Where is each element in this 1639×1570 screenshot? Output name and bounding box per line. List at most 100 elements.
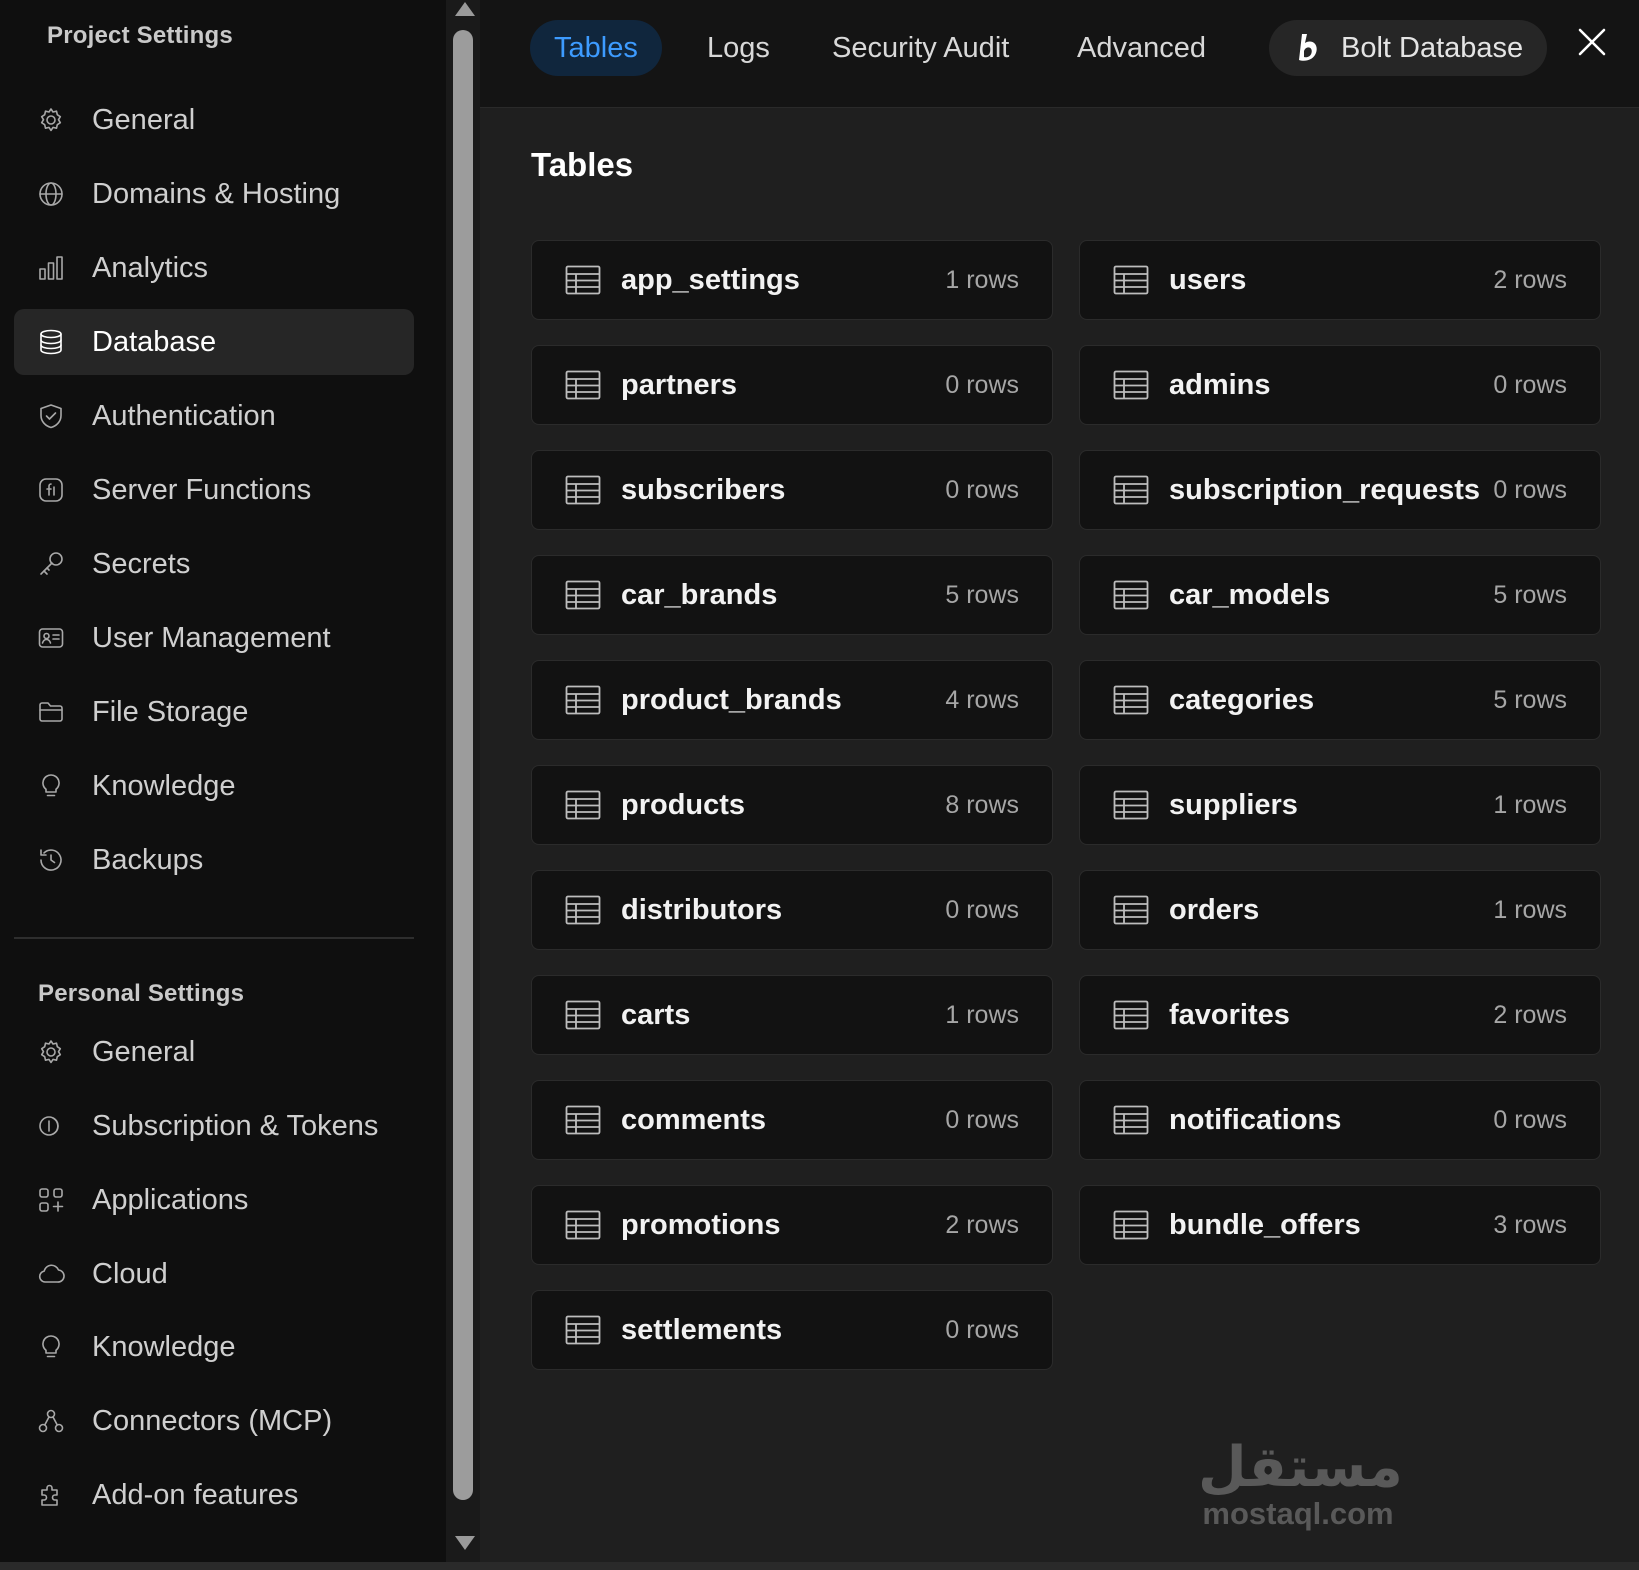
table-row-count: 0 rows <box>1493 370 1567 399</box>
table-row-count: 1 rows <box>945 265 1019 294</box>
table-row-count: 4 rows <box>945 685 1019 714</box>
table-row-count: 8 rows <box>945 790 1019 819</box>
sidebar-item-analytics[interactable]: Analytics <box>14 235 414 301</box>
table-card[interactable]: distributors 0 rows <box>531 870 1053 950</box>
sidebar-item-user-management[interactable]: User Management <box>14 605 414 671</box>
sidebar-item-secrets[interactable]: Secrets <box>14 531 414 597</box>
table-card[interactable]: notifications 0 rows <box>1079 1080 1601 1160</box>
sidebar-item-label: Database <box>92 325 217 358</box>
table-row-count: 0 rows <box>1493 475 1567 504</box>
table-name: product_brands <box>621 683 842 716</box>
table-name: app_settings <box>621 263 800 296</box>
table-card[interactable]: products 8 rows <box>531 765 1053 845</box>
table-card[interactable]: suppliers 1 rows <box>1079 765 1601 845</box>
table-card[interactable]: users 2 rows <box>1079 240 1601 320</box>
apps-grid-icon <box>36 1185 66 1215</box>
table-name: notifications <box>1169 1103 1342 1136</box>
sidebar-item-knowledge[interactable]: Knowledge <box>14 1314 414 1380</box>
table-card[interactable]: car_models 5 rows <box>1079 555 1601 635</box>
table-icon <box>1113 895 1149 925</box>
table-card[interactable]: partners 0 rows <box>531 345 1053 425</box>
table-row-count: 0 rows <box>945 1105 1019 1134</box>
table-icon <box>1113 1000 1149 1030</box>
sidebar-item-applications[interactable]: Applications <box>14 1167 414 1233</box>
tab-label: Tables <box>554 31 638 64</box>
lightbulb-icon <box>36 771 66 801</box>
scroll-down-arrow-icon[interactable] <box>455 1536 475 1550</box>
shield-icon <box>36 401 66 431</box>
sidebar-item-general[interactable]: General <box>14 87 414 153</box>
table-card[interactable]: app_settings 1 rows <box>531 240 1053 320</box>
table-row-count: 0 rows <box>945 370 1019 399</box>
tab-advanced[interactable]: Advanced <box>1053 20 1230 76</box>
table-card[interactable]: comments 0 rows <box>531 1080 1053 1160</box>
tab-label: Security Audit <box>832 31 1010 64</box>
table-name: categories <box>1169 683 1315 716</box>
table-row-count: 2 rows <box>1493 1000 1567 1029</box>
sidebar-item-general[interactable]: General <box>14 1019 414 1085</box>
table-card[interactable]: promotions 2 rows <box>531 1185 1053 1265</box>
table-icon <box>1113 475 1149 505</box>
function-icon <box>36 475 66 505</box>
close-icon[interactable] <box>1574 24 1610 60</box>
table-card[interactable]: categories 5 rows <box>1079 660 1601 740</box>
table-name: carts <box>621 998 691 1031</box>
tab-logs[interactable]: Logs <box>683 20 794 76</box>
table-name: products <box>621 788 746 821</box>
sidebar-item-database[interactable]: Database <box>14 309 414 375</box>
table-icon <box>565 475 601 505</box>
table-name: car_brands <box>621 578 778 611</box>
tab-tables[interactable]: Tables <box>530 20 662 76</box>
coins-icon <box>36 1111 66 1141</box>
folder-icon <box>36 697 66 727</box>
sidebar-item-connectors-mcp[interactable]: Connectors (MCP) <box>14 1388 414 1454</box>
sidebar-item-label: Backups <box>92 843 204 876</box>
table-card[interactable]: favorites 2 rows <box>1079 975 1601 1055</box>
table-icon <box>1113 370 1149 400</box>
table-icon <box>1113 1210 1149 1240</box>
tab-bolt-database[interactable]: Bolt Database <box>1269 20 1548 76</box>
sidebar-item-authentication[interactable]: Authentication <box>14 383 414 449</box>
sidebar-item-file-storage[interactable]: File Storage <box>14 679 414 745</box>
table-card[interactable]: product_brands 4 rows <box>531 660 1053 740</box>
table-card[interactable]: carts 1 rows <box>531 975 1053 1055</box>
table-icon <box>1113 790 1149 820</box>
connectors-icon <box>36 1406 66 1436</box>
table-card[interactable]: car_brands 5 rows <box>531 555 1053 635</box>
sidebar-item-domains-hosting[interactable]: Domains & Hosting <box>14 161 414 227</box>
table-card[interactable]: admins 0 rows <box>1079 345 1601 425</box>
table-icon <box>565 580 601 610</box>
tab-label: Bolt Database <box>1341 31 1524 64</box>
table-card[interactable]: settlements 0 rows <box>531 1290 1053 1370</box>
table-icon <box>565 685 601 715</box>
table-name: suppliers <box>1169 788 1298 821</box>
sidebar-item-knowledge[interactable]: Knowledge <box>14 753 414 819</box>
table-icon <box>1113 1105 1149 1135</box>
bolt-logo-icon <box>1299 34 1317 61</box>
table-card[interactable]: orders 1 rows <box>1079 870 1601 950</box>
sidebar-item-backups[interactable]: Backups <box>14 827 414 893</box>
personal-settings-heading: Personal Settings <box>38 980 245 1007</box>
sidebar-scrollbar[interactable] <box>446 0 480 1570</box>
table-row-count: 2 rows <box>1493 265 1567 294</box>
sidebar-item-server-functions[interactable]: Server Functions <box>14 457 414 523</box>
sidebar-item-subscription-tokens[interactable]: Subscription & Tokens <box>14 1093 414 1159</box>
table-row-count: 0 rows <box>945 895 1019 924</box>
sidebar-item-cloud[interactable]: Cloud <box>14 1241 414 1307</box>
scroll-thumb[interactable] <box>453 30 473 1500</box>
table-card[interactable]: bundle_offers 3 rows <box>1079 1185 1601 1265</box>
table-card[interactable]: subscription_requests 0 rows <box>1079 450 1601 530</box>
table-icon <box>565 895 601 925</box>
scroll-up-arrow-icon[interactable] <box>455 2 475 16</box>
table-name: car_models <box>1169 578 1331 611</box>
sidebar-item-label: General <box>92 1035 196 1068</box>
sidebar-item-add-on-features[interactable]: Add-on features <box>14 1462 414 1528</box>
sidebar-divider <box>14 937 414 939</box>
table-icon <box>1113 580 1149 610</box>
sidebar-item-label: Analytics <box>92 251 209 284</box>
bar-chart-icon <box>36 253 66 283</box>
sidebar-item-label: Knowledge <box>92 1330 236 1363</box>
tab-security-audit[interactable]: Security Audit <box>808 20 1033 76</box>
table-row-count: 5 rows <box>1493 580 1567 609</box>
table-card[interactable]: subscribers 0 rows <box>531 450 1053 530</box>
